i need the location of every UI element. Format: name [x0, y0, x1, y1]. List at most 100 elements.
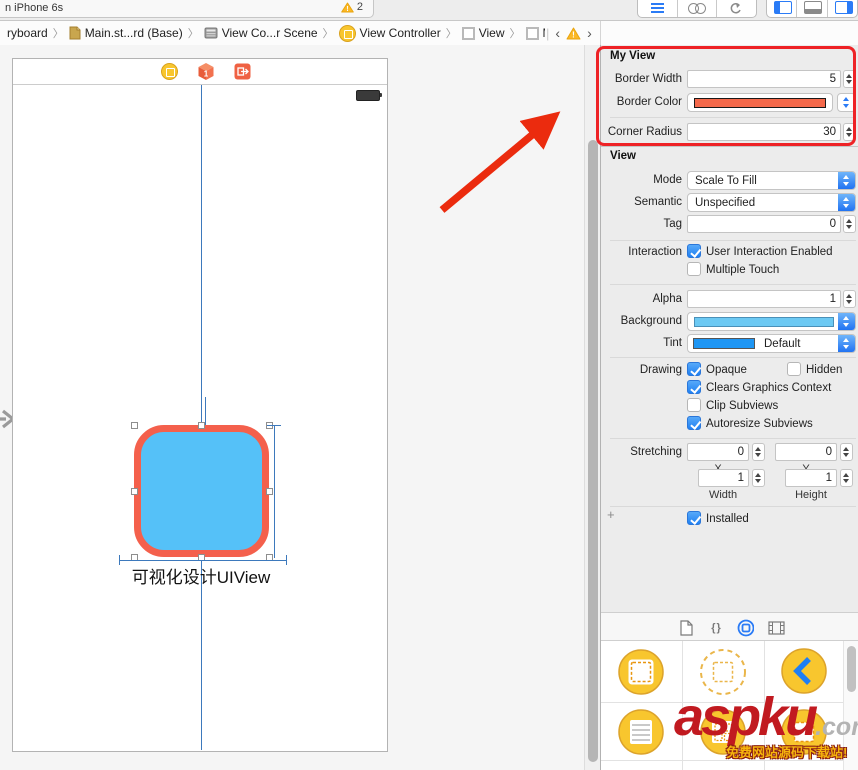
- exit-segue-icon[interactable]: [234, 63, 251, 80]
- alpha-stepper[interactable]: [843, 290, 856, 308]
- my-view-selected[interactable]: [134, 425, 269, 557]
- watermark-logo: aspku.com: [674, 690, 858, 744]
- measure-tick-top: [267, 425, 281, 426]
- alpha-label: Alpha: [601, 293, 682, 305]
- stretching-width-field[interactable]: 1: [698, 469, 749, 487]
- mode-popup[interactable]: Scale To Fill: [687, 171, 856, 190]
- library-item-table-view-icon[interactable]: [617, 708, 665, 756]
- installed-label: Installed: [706, 513, 749, 525]
- opaque-label: Opaque: [706, 364, 747, 376]
- editor-mode-buttons: [637, 0, 757, 18]
- selection-handle[interactable]: [266, 488, 273, 495]
- background-color-popup[interactable]: [687, 312, 856, 331]
- clip-subviews-checkbox[interactable]: [687, 398, 701, 412]
- breadcrumb-item-view[interactable]: View: [462, 26, 505, 40]
- xcode-window: n iPhone 6s ! 2 ryboard 〉 Main.st...: [0, 0, 858, 770]
- view-controller-icon[interactable]: [161, 63, 178, 80]
- version-editor-button[interactable]: [717, 0, 756, 17]
- back-chevron-button[interactable]: ‹: [555, 25, 560, 41]
- inspector-toggle-button[interactable]: [828, 0, 857, 17]
- alpha-field[interactable]: 1: [687, 290, 841, 308]
- media-library-tab[interactable]: [768, 619, 785, 636]
- view-controller-icon: [339, 25, 356, 42]
- hidden-checkbox[interactable]: [787, 362, 801, 376]
- border-color-stepper[interactable]: [837, 93, 856, 112]
- installed-checkbox[interactable]: [687, 511, 701, 525]
- navigator-toggle-button[interactable]: [767, 0, 797, 17]
- width-axis-label: Width: [693, 489, 753, 501]
- breadcrumb-separator: 〉: [323, 25, 334, 41]
- stretching-y-stepper[interactable]: [840, 443, 853, 461]
- library-selector-bar: { }: [601, 612, 858, 641]
- vertical-alignment-guide: [201, 85, 202, 750]
- code-snippet-icon: { }: [711, 622, 720, 634]
- svg-text:!: !: [346, 6, 348, 13]
- opaque-checkbox[interactable]: [687, 362, 701, 376]
- forward-chevron-button[interactable]: ›: [587, 25, 592, 41]
- activity-status-text: n iPhone 6s: [5, 2, 63, 14]
- assistant-editor-icon: [688, 3, 699, 14]
- view-icon: [462, 27, 475, 40]
- view-icon: [526, 27, 539, 40]
- stretching-height-field[interactable]: 1: [785, 469, 837, 487]
- border-width-stepper[interactable]: [843, 70, 856, 88]
- autoresize-subviews-checkbox[interactable]: [687, 416, 701, 430]
- breadcrumb-item-scene[interactable]: View Co...r Scene: [204, 26, 318, 40]
- editor-scrollbar-thumb[interactable]: [588, 140, 598, 762]
- drawing-label: Drawing: [601, 364, 682, 376]
- object-library-tab-selected[interactable]: [737, 619, 754, 636]
- tag-field[interactable]: 0: [687, 215, 841, 233]
- selection-handle[interactable]: [131, 488, 138, 495]
- storyboard-file-icon: [69, 26, 81, 40]
- file-template-library-tab[interactable]: [678, 619, 695, 636]
- stretching-y-field[interactable]: 0: [775, 443, 837, 461]
- svg-text:!: !: [572, 30, 575, 39]
- view-controller-canvas[interactable]: 1 可视化设计UIView: [12, 58, 388, 752]
- debug-area-toggle-button[interactable]: [797, 0, 827, 17]
- tag-stepper[interactable]: [843, 215, 856, 233]
- multiple-touch-checkbox[interactable]: [687, 262, 701, 276]
- stretching-height-stepper[interactable]: [840, 469, 853, 487]
- stretching-width-stepper[interactable]: [752, 469, 765, 487]
- breadcrumb-item-view-controller[interactable]: View Controller: [339, 25, 441, 42]
- standard-editor-button[interactable]: [638, 0, 678, 17]
- assistant-editor-button[interactable]: [678, 0, 718, 17]
- stretching-x-stepper[interactable]: [752, 443, 765, 461]
- clears-graphics-checkbox[interactable]: [687, 380, 701, 394]
- border-width-label: Border Width: [601, 73, 682, 85]
- version-editor-icon: [727, 2, 743, 14]
- breadcrumb-item-my-view[interactable]: My View: [526, 26, 546, 40]
- first-responder-cube-icon[interactable]: 1: [197, 62, 215, 81]
- corner-radius-label: Corner Radius: [601, 126, 682, 138]
- border-color-well[interactable]: [687, 93, 833, 112]
- code-snippet-library-tab[interactable]: { }: [707, 619, 724, 636]
- scene-dock: 1: [13, 59, 387, 85]
- measure-line-right: [274, 425, 275, 558]
- breadcrumb-item-storyboard-file[interactable]: Main.st...rd (Base): [69, 26, 183, 40]
- library-item-view-icon[interactable]: [617, 648, 665, 696]
- selection-handle[interactable]: [198, 422, 205, 429]
- mode-label: Mode: [601, 174, 682, 186]
- toolbar: n iPhone 6s ! 2: [0, 0, 858, 21]
- warning-badge[interactable]: ! 2: [341, 1, 363, 13]
- breadcrumb-item-storyboard-nav[interactable]: ryboard: [3, 26, 48, 40]
- tint-popup[interactable]: Default: [687, 334, 856, 353]
- border-color-label: Border Color: [601, 96, 682, 108]
- scene-icon: [204, 27, 218, 39]
- semantic-popup[interactable]: Unspecified: [687, 193, 856, 212]
- user-interaction-checkbox[interactable]: [687, 244, 701, 258]
- issues-warning-icon[interactable]: !: [566, 27, 581, 40]
- inspector-panel-icon: [835, 1, 853, 14]
- editor-scrollbar[interactable]: [584, 45, 601, 770]
- library-scrollbar-thumb[interactable]: [847, 646, 856, 692]
- section-title-view: View: [610, 150, 636, 162]
- add-variation-button[interactable]: +: [607, 507, 615, 522]
- border-width-field[interactable]: 5: [687, 70, 841, 88]
- interaction-label: Interaction: [601, 246, 682, 258]
- corner-radius-stepper[interactable]: [843, 123, 856, 141]
- selection-handle[interactable]: [131, 422, 138, 429]
- measure-line-bottom: [119, 560, 287, 561]
- standard-editor-icon: [651, 3, 664, 13]
- corner-radius-field[interactable]: 30: [687, 123, 841, 141]
- stretching-x-field[interactable]: 0: [687, 443, 749, 461]
